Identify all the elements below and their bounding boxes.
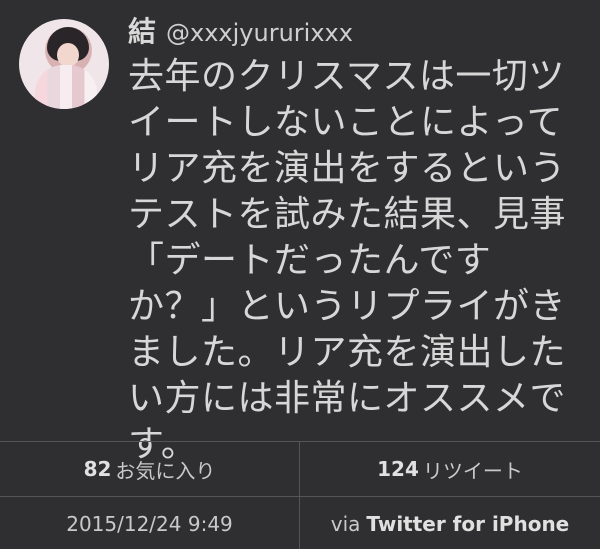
- favorites-count: 82: [83, 457, 112, 481]
- favorites-label: お気に入り: [115, 458, 216, 483]
- tweet-text-line: テストを試みた結果、見事: [128, 194, 567, 235]
- avatar-face: [57, 43, 79, 67]
- tweet-stats: 82 お気に入り 124 リツイート 2015/12/24 9:49 via T…: [0, 441, 600, 549]
- retweets-label: リツイート: [422, 458, 523, 483]
- username[interactable]: @xxxjyururixxx: [166, 21, 353, 45]
- tweet-text-line: ました。リア充を演出した: [128, 332, 567, 373]
- display-name[interactable]: 結: [128, 18, 156, 46]
- timestamp-text: 2015/12/24 9:49: [66, 512, 233, 536]
- tweet-text: 去年のクリスマスは一切ツ イートしないことによって リア充を演出をするという テ…: [128, 54, 576, 468]
- via-label: via: [330, 512, 361, 536]
- tweet-text-line: イートしないことによって: [128, 102, 564, 143]
- tweet-text-line: 「デートだったんです: [128, 240, 492, 281]
- source-client[interactable]: via Twitter for iPhone: [300, 497, 600, 549]
- tweet-header: 結 @xxxjyururixxx 去年のクリスマスは一切ツ イートしないことによ…: [0, 0, 600, 465]
- tweet-text-line: い方には非常にオススメで: [128, 378, 567, 419]
- retweets-stat[interactable]: 124 リツイート: [300, 442, 600, 496]
- timestamp[interactable]: 2015/12/24 9:49: [0, 497, 300, 549]
- tweet-text-line: か？」というリプライがき: [128, 286, 567, 327]
- metadata-row: 2015/12/24 9:49 via Twitter for iPhone: [0, 497, 600, 549]
- tweet-text-line: リア充を演出をするという: [128, 148, 567, 189]
- favorites-stat[interactable]: 82 お気に入り: [0, 442, 300, 496]
- avatar-shoulder: [35, 65, 97, 109]
- source-name: Twitter for iPhone: [366, 512, 570, 536]
- tweet-text-line: 去年のクリスマスは一切ツ: [128, 56, 565, 97]
- retweets-count: 124: [377, 457, 419, 481]
- tweet-card: 結 @xxxjyururixxx 去年のクリスマスは一切ツ イートしないことによ…: [0, 0, 600, 549]
- avatar[interactable]: [19, 19, 109, 109]
- engagement-row: 82 お気に入り 124 リツイート: [0, 442, 600, 497]
- author-line: 結 @xxxjyururixxx: [128, 18, 353, 58]
